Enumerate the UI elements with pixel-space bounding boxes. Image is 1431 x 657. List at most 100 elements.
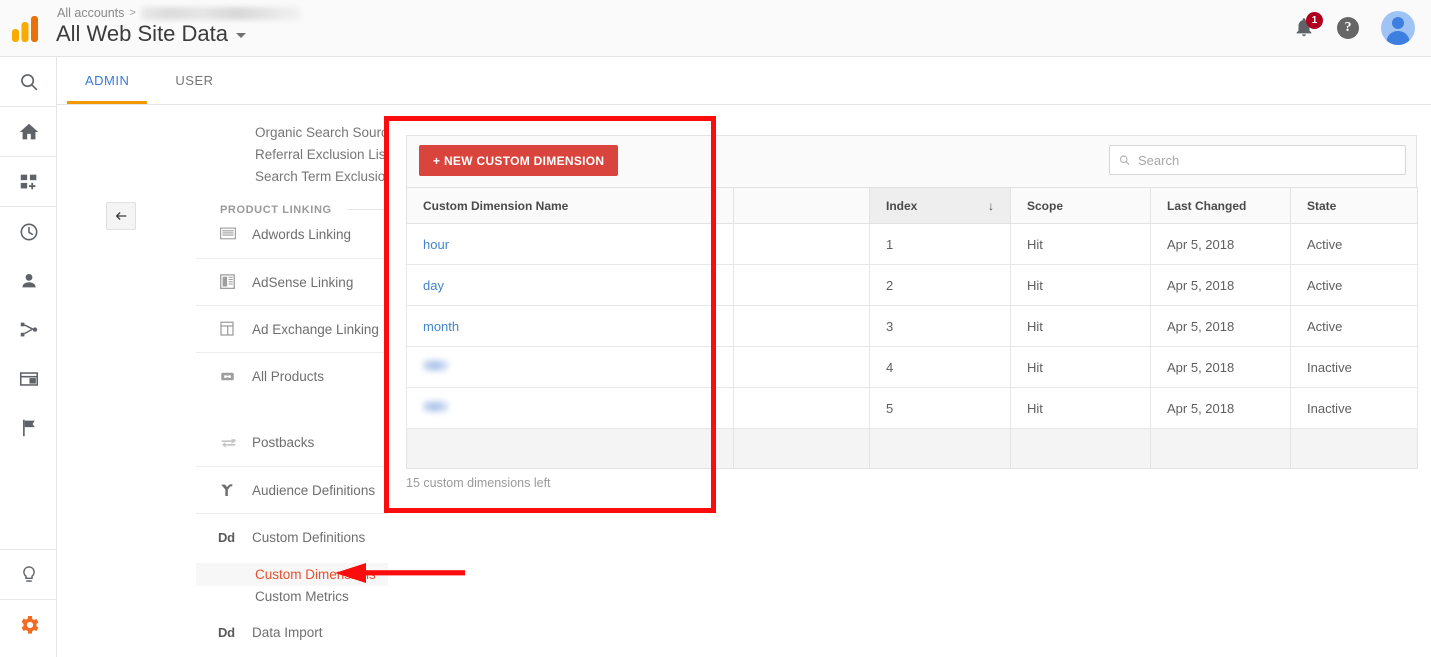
rail-item-admin[interactable] xyxy=(0,600,57,649)
table-toolbar: + NEW CUSTOM DIMENSION xyxy=(406,135,1417,187)
cell-state: Active xyxy=(1291,224,1418,265)
table-row: 5 Hit Apr 5, 2018 Inactive xyxy=(407,388,1418,429)
cell-scope: Hit xyxy=(1011,265,1151,306)
cell-index: 3 xyxy=(870,306,1011,347)
cell-scope: Hit xyxy=(1011,224,1151,265)
annotation-pointer-arrow xyxy=(333,562,465,584)
cell-name: day xyxy=(407,265,734,306)
clock-icon xyxy=(18,221,40,243)
gear-icon xyxy=(17,613,41,637)
search-box[interactable] xyxy=(1109,145,1406,175)
rail-item-behavior[interactable] xyxy=(0,354,57,403)
footer-cell xyxy=(407,429,734,469)
help-icon[interactable]: ? xyxy=(1337,17,1359,39)
chevron-down-icon xyxy=(236,33,246,38)
nav-label: Custom Metrics xyxy=(255,589,349,604)
left-icon-rail xyxy=(0,57,57,657)
breadcrumb-separator: > xyxy=(129,7,135,19)
rail-item-discover[interactable] xyxy=(0,550,57,599)
nav-label: Organic Search Sources xyxy=(255,125,402,140)
cell-blank xyxy=(734,224,870,265)
dimension-link[interactable]: day xyxy=(423,278,444,293)
breadcrumb-all-accounts[interactable]: All accounts xyxy=(57,6,124,20)
footer-cell xyxy=(870,429,1011,469)
rail-item-acquisition[interactable] xyxy=(0,305,57,354)
rail-item-realtime[interactable] xyxy=(0,207,57,256)
cell-scope: Hit xyxy=(1011,306,1151,347)
custom-dimensions-table: Custom Dimension Name Index ↓ Scope xyxy=(406,187,1418,469)
dimension-name-redacted[interactable] xyxy=(423,359,449,372)
rail-item-search[interactable] xyxy=(0,57,57,106)
new-custom-dimension-button[interactable]: + NEW CUSTOM DIMENSION xyxy=(419,145,618,176)
rail-item-customization[interactable] xyxy=(0,157,57,206)
nav-referral-exclusion-list[interactable]: Referral Exclusion List xyxy=(255,147,389,162)
cell-index: 1 xyxy=(870,224,1011,265)
nav-label: Referral Exclusion List xyxy=(255,147,389,162)
cell-blank xyxy=(734,388,870,429)
dimension-link[interactable]: hour xyxy=(423,237,449,252)
header-actions: 1 ? xyxy=(1293,11,1415,45)
view-selector[interactable]: All Web Site Data xyxy=(56,21,246,47)
dimensions-left-note: 15 custom dimensions left xyxy=(406,476,551,490)
admin-tabs: ADMIN USER xyxy=(57,57,1431,105)
search-icon xyxy=(18,71,40,93)
google-analytics-logo xyxy=(12,16,42,44)
arrow-left-icon xyxy=(113,208,129,224)
tab-admin-label: ADMIN xyxy=(85,73,129,88)
dimension-name-redacted[interactable] xyxy=(423,400,449,413)
adsense-icon xyxy=(218,273,252,291)
rail-spacer xyxy=(0,452,56,549)
nav-label: All Products xyxy=(252,369,324,384)
nav-label: Postbacks xyxy=(252,435,314,450)
nav-organic-search-sources[interactable]: Organic Search Sources xyxy=(255,125,402,140)
tab-admin[interactable]: ADMIN xyxy=(67,57,147,104)
column-label: Last Changed xyxy=(1167,199,1246,213)
top-header-bar: All accounts > All Web Site Data 1 ? xyxy=(0,0,1431,57)
tab-user[interactable]: USER xyxy=(157,57,231,104)
avatar[interactable] xyxy=(1381,11,1415,45)
notifications-button[interactable]: 1 xyxy=(1293,16,1315,40)
cell-blank xyxy=(734,347,870,388)
nav-label: Data Import xyxy=(252,625,323,640)
cell-last-changed: Apr 5, 2018 xyxy=(1151,265,1291,306)
google-analytics-admin-page: All accounts > All Web Site Data 1 ? xyxy=(0,0,1431,657)
nav-label: AdSense Linking xyxy=(252,275,353,290)
cell-last-changed: Apr 5, 2018 xyxy=(1151,224,1291,265)
breadcrumb-property-redacted[interactable] xyxy=(141,7,301,20)
column-header-state[interactable]: State xyxy=(1291,188,1418,224)
adwords-icon xyxy=(218,226,252,243)
column-label: Index xyxy=(886,199,917,213)
collapse-nav-button[interactable] xyxy=(106,202,136,230)
column-header-scope[interactable]: Scope xyxy=(1011,188,1151,224)
page-title: All Web Site Data xyxy=(56,21,228,47)
table-row: hour 1 Hit Apr 5, 2018 Active xyxy=(407,224,1418,265)
search-input[interactable] xyxy=(1138,153,1397,168)
cell-scope: Hit xyxy=(1011,388,1151,429)
nav-label: Custom Definitions xyxy=(252,530,365,545)
cell-last-changed: Apr 5, 2018 xyxy=(1151,388,1291,429)
column-header-last-changed[interactable]: Last Changed xyxy=(1151,188,1291,224)
column-label: Custom Dimension Name xyxy=(423,199,568,213)
column-label: Scope xyxy=(1027,199,1063,213)
column-header-name[interactable]: Custom Dimension Name xyxy=(407,188,734,224)
cell-name xyxy=(407,388,734,429)
search-icon xyxy=(1118,153,1131,167)
footer-cell xyxy=(1011,429,1151,469)
rail-item-home[interactable] xyxy=(0,107,57,156)
footer-cell xyxy=(734,429,870,469)
table-row: 4 Hit Apr 5, 2018 Inactive xyxy=(407,347,1418,388)
column-header-blank xyxy=(734,188,870,224)
table-header-row: Custom Dimension Name Index ↓ Scope xyxy=(407,188,1418,224)
column-label: State xyxy=(1307,199,1336,213)
footer-cell xyxy=(1291,429,1418,469)
cell-blank xyxy=(734,306,870,347)
rail-item-conversions[interactable] xyxy=(0,403,57,452)
dimension-link[interactable]: month xyxy=(423,319,459,334)
rail-item-audience[interactable] xyxy=(0,256,57,305)
cell-state: Active xyxy=(1291,265,1418,306)
column-header-index[interactable]: Index ↓ xyxy=(870,188,1011,224)
cell-index: 2 xyxy=(870,265,1011,306)
dd-icon: Dd xyxy=(218,530,252,545)
tab-user-label: USER xyxy=(175,73,213,88)
custom-dimensions-panel: + NEW CUSTOM DIMENSION Custom Dimension … xyxy=(388,106,1431,657)
